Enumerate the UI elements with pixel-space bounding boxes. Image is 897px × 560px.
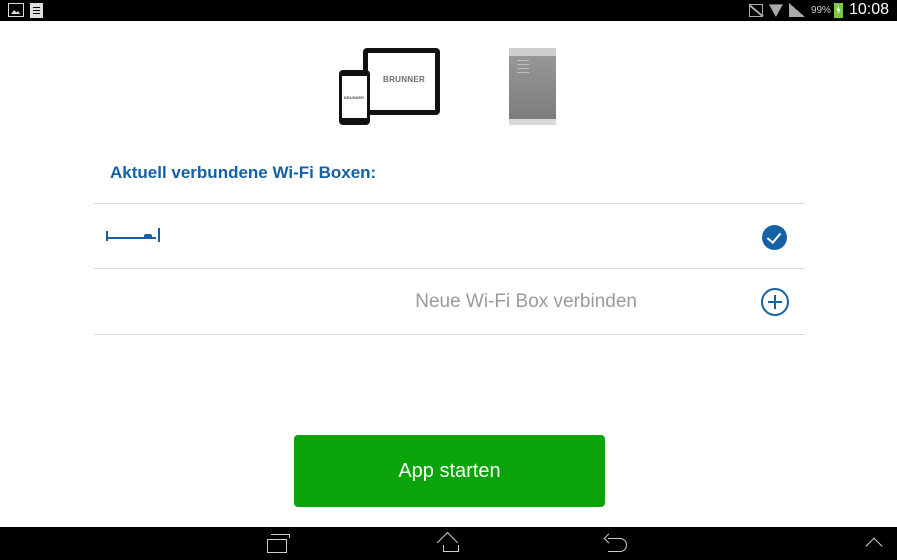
battery-percent: 99%	[810, 4, 831, 16]
connected-box-row[interactable]	[94, 204, 805, 268]
tablet-screen: BRUNNER	[368, 53, 435, 110]
wifi-icon	[769, 3, 783, 17]
no-sim-icon	[748, 3, 763, 17]
expand-up-icon[interactable]	[864, 536, 884, 550]
document-icon	[30, 3, 43, 18]
check-circle-icon[interactable]	[762, 225, 787, 250]
add-box-label[interactable]: Neue Wi-Fi Box verbinden	[415, 291, 637, 313]
recent-apps-icon[interactable]	[266, 534, 292, 554]
section-heading: Aktuell verbundene Wi-Fi Boxen:	[110, 163, 377, 182]
brand-label: BRUNNER	[383, 75, 426, 84]
add-box-row[interactable]: Neue Wi-Fi Box verbinden	[94, 269, 805, 333]
clock: 10:08	[848, 1, 889, 18]
bed-icon	[106, 228, 160, 242]
status-bar: 99% 10:08	[0, 0, 897, 21]
tablet-image: BRUNNER	[363, 48, 440, 115]
wifi-box-top	[509, 48, 556, 56]
status-bar-system: 99% 10:08	[748, 1, 889, 19]
plus-circle-icon[interactable]	[761, 288, 789, 316]
signal-icon	[788, 3, 805, 17]
phone-brand-label: BRUNNER	[344, 95, 364, 100]
wifi-box-bottom	[509, 119, 556, 125]
status-bar-notifications	[8, 3, 43, 18]
back-icon[interactable]	[604, 535, 630, 553]
phone-image: BRUNNER	[339, 70, 370, 125]
home-icon[interactable]	[437, 533, 463, 553]
navigation-bar	[0, 527, 897, 560]
battery-charging-icon	[833, 2, 843, 18]
start-app-button[interactable]: App starten	[294, 435, 605, 507]
wifi-box-image	[509, 48, 556, 125]
phone-screen: BRUNNER	[342, 76, 367, 118]
divider	[94, 334, 805, 335]
gallery-icon	[8, 3, 24, 17]
wifi-box-label	[517, 60, 529, 74]
